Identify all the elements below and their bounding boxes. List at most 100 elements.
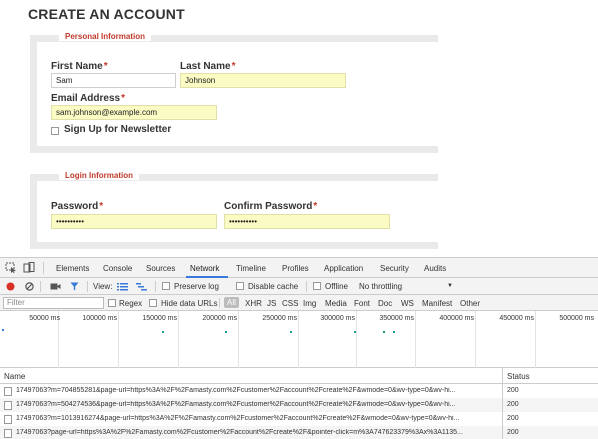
timeline-tick-label: 250000 ms — [262, 315, 297, 322]
personal-information-legend: Personal Information — [59, 32, 152, 41]
login-information-fieldset: Login Information Password* •••••••••• C… — [30, 171, 438, 249]
email-field[interactable]: sam.johnson@example.com — [51, 105, 217, 120]
timeline-request-mark — [2, 329, 4, 331]
filter-type-font[interactable]: Font — [354, 299, 370, 308]
table-row[interactable]: 17497063?m=704855281&page-url=https%3A%2… — [0, 384, 598, 398]
timeline-tick-label: 450000 ms — [499, 315, 534, 322]
devtools-tab-bar: Elements Console Sources Network Timelin… — [0, 258, 598, 278]
required-mark: * — [121, 93, 126, 104]
toolbar-divider — [40, 281, 41, 292]
first-name-field[interactable]: Sam — [51, 73, 176, 88]
timeline-tick-label: 300000 ms — [320, 315, 355, 322]
filter-icon[interactable] — [70, 282, 79, 291]
tab-sources[interactable]: Sources — [146, 264, 175, 273]
filter-type-manifest[interactable]: Manifest — [422, 299, 452, 308]
required-mark: * — [231, 61, 236, 72]
clear-icon[interactable] — [25, 282, 34, 291]
column-divider — [502, 368, 503, 384]
chevron-down-icon[interactable]: ▼ — [447, 283, 453, 289]
disable-cache-label[interactable]: Disable cache — [248, 282, 298, 291]
filter-type-media[interactable]: Media — [325, 299, 347, 308]
filter-type-xhr[interactable]: XHR — [245, 299, 262, 308]
offline-checkbox[interactable] — [313, 282, 321, 290]
preserve-log-checkbox[interactable] — [162, 282, 170, 290]
device-toolbar-icon[interactable] — [23, 262, 35, 273]
regex-checkbox[interactable] — [108, 299, 116, 307]
tab-elements[interactable]: Elements — [56, 264, 89, 273]
inspect-element-icon[interactable] — [5, 262, 17, 273]
timeline-tick-label: 350000 ms — [379, 315, 414, 322]
filter-type-ws[interactable]: WS — [401, 299, 414, 308]
timeline-request-mark — [290, 331, 292, 333]
newsletter-label[interactable]: Sign Up for Newsletter — [64, 124, 171, 135]
newsletter-checkbox[interactable] — [51, 127, 59, 135]
password-field[interactable]: •••••••••• — [51, 214, 217, 229]
network-overview-timeline[interactable]: 50000 ms 100000 ms 150000 ms 200000 ms 2… — [0, 311, 598, 368]
toolbar-divider — [87, 281, 88, 292]
confirm-password-field[interactable]: •••••••••• — [224, 214, 390, 229]
preserve-log-label[interactable]: Preserve log — [174, 282, 219, 291]
required-mark: * — [313, 201, 318, 212]
hide-data-urls-checkbox[interactable] — [149, 299, 157, 307]
tab-console[interactable]: Console — [103, 264, 132, 273]
confirm-password-label: Confirm Password* — [224, 201, 317, 212]
required-mark: * — [99, 201, 104, 212]
hide-data-urls-label[interactable]: Hide data URLs — [161, 299, 217, 308]
requests-table-header: Name Status — [0, 368, 598, 384]
confirm-password-label-text: Confirm Password — [224, 201, 313, 212]
tab-profiles[interactable]: Profiles — [282, 264, 309, 273]
timeline-tick-label: 150000 ms — [142, 315, 177, 322]
filter-type-all[interactable]: All — [224, 297, 239, 308]
throttling-select[interactable]: No throttling — [359, 282, 402, 291]
regex-label[interactable]: Regex — [119, 299, 142, 308]
record-icon[interactable] — [6, 282, 15, 291]
request-name[interactable]: 17497063?m=504274536&page-url=https%3A%2… — [16, 401, 499, 408]
tab-network[interactable]: Network — [190, 264, 219, 273]
network-toolbar: View: Preserve log Disable cache Offline… — [0, 278, 598, 295]
required-mark: * — [103, 61, 108, 72]
filter-type-other[interactable]: Other — [460, 299, 480, 308]
request-status: 200 — [507, 429, 519, 436]
timeline-tick-label: 200000 ms — [202, 315, 237, 322]
filter-type-img[interactable]: Img — [303, 299, 316, 308]
filter-divider — [219, 298, 220, 308]
capture-screenshots-icon[interactable] — [50, 282, 61, 291]
filter-bar: Filter Regex Hide data URLs All XHR JS C… — [0, 295, 598, 311]
tab-timeline[interactable]: Timeline — [236, 264, 266, 273]
first-name-label: First Name* — [51, 61, 108, 72]
timeline-request-mark — [354, 331, 356, 333]
table-row[interactable]: 17497063?page-url=https%3A%2F%2Famasty.c… — [0, 426, 598, 439]
timeline-tick-label: 50000 ms — [29, 315, 60, 322]
request-name[interactable]: 17497063?page-url=https%3A%2F%2Famasty.c… — [16, 429, 499, 436]
request-name[interactable]: 17497063?m=704855281&page-url=https%3A%2… — [16, 387, 499, 394]
document-icon — [4, 415, 12, 424]
document-icon — [4, 429, 12, 438]
timeline-tick-label: 500000 ms — [559, 315, 594, 322]
column-divider — [502, 384, 503, 439]
password-label: Password* — [51, 201, 103, 212]
request-name[interactable]: 17497063?m=1013916274&page-url=https%3A%… — [16, 415, 499, 422]
email-label: Email Address* — [51, 93, 125, 104]
view-label: View: — [93, 282, 113, 291]
tab-audits[interactable]: Audits — [424, 264, 446, 273]
first-name-label-text: First Name — [51, 61, 103, 72]
table-row[interactable]: 17497063?m=504274536&page-url=https%3A%2… — [0, 398, 598, 412]
filter-type-doc[interactable]: Doc — [378, 299, 392, 308]
overview-waterfall-icon[interactable] — [136, 282, 147, 291]
request-status: 200 — [507, 401, 519, 408]
offline-label[interactable]: Offline — [325, 282, 348, 291]
filter-input[interactable]: Filter — [3, 297, 104, 309]
timeline-request-mark — [383, 331, 385, 333]
last-name-field[interactable]: Johnson — [180, 73, 346, 88]
large-request-rows-icon[interactable] — [117, 282, 128, 291]
tab-security[interactable]: Security — [380, 264, 409, 273]
filter-type-js[interactable]: JS — [267, 299, 276, 308]
filter-type-css[interactable]: CSS — [282, 299, 298, 308]
timeline-request-mark — [393, 331, 395, 333]
request-status: 200 — [507, 415, 519, 422]
disable-cache-checkbox[interactable] — [236, 282, 244, 290]
table-row[interactable]: 17497063?m=1013916274&page-url=https%3A%… — [0, 412, 598, 426]
status-column-header[interactable]: Status — [507, 372, 530, 381]
name-column-header[interactable]: Name — [4, 372, 25, 381]
tab-application[interactable]: Application — [324, 264, 363, 273]
